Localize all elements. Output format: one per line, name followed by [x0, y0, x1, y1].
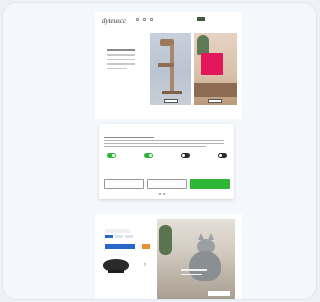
search-nav-item[interactable]	[136, 18, 139, 21]
cat-tree-image[interactable]	[150, 33, 191, 105]
toggle-group	[181, 153, 190, 158]
site-logo[interactable]: dyteuscc	[102, 17, 126, 25]
website-preview-bottom: ›	[95, 214, 242, 299]
toggle-group	[144, 153, 153, 158]
intro-text-block	[107, 49, 135, 72]
site-nav	[136, 18, 153, 21]
user-nav-item[interactable]	[143, 18, 146, 21]
toggle-switch[interactable]	[181, 153, 190, 158]
product-card[interactable]: ›	[100, 226, 155, 298]
search-icon	[136, 18, 139, 21]
product-highlight-bar	[105, 244, 135, 249]
toggle-switch[interactable]	[144, 153, 153, 158]
toggle-group	[218, 153, 227, 158]
chevron-right-icon[interactable]: ›	[144, 262, 146, 268]
cart-icon	[150, 18, 153, 21]
product-tab[interactable]	[125, 235, 133, 238]
cookie-consent-banner	[99, 124, 234, 199]
product-tab[interactable]	[115, 235, 123, 238]
room-shop-button[interactable]	[208, 99, 222, 103]
toggle-switch[interactable]	[107, 153, 116, 158]
cart-nav-item[interactable]	[150, 18, 153, 21]
promo-text	[181, 269, 207, 278]
product-tab[interactable]	[105, 235, 113, 238]
room-image[interactable]	[194, 33, 237, 105]
product-badge	[142, 244, 150, 249]
user-icon	[143, 18, 146, 21]
banner-buttons	[104, 179, 230, 189]
cookie-description	[104, 137, 224, 149]
sale-banner[interactable]	[201, 53, 223, 75]
preview-card: dyteuscc ›	[2, 2, 317, 300]
accept-all-button[interactable]	[190, 179, 230, 189]
site-badge[interactable]	[197, 17, 205, 21]
toggle-group	[107, 153, 116, 158]
reject-button[interactable]	[147, 179, 187, 189]
promo-button[interactable]	[208, 291, 230, 296]
product-tabs	[105, 235, 133, 238]
cat-tree-shop-button[interactable]	[164, 99, 178, 103]
save-selection-button[interactable]	[104, 179, 144, 189]
cookie-toggles	[107, 153, 227, 158]
website-preview-top: dyteuscc	[95, 12, 242, 119]
toggle-switch[interactable]	[218, 153, 227, 158]
banner-footer	[159, 193, 165, 195]
cat-promo-image[interactable]	[157, 219, 235, 299]
